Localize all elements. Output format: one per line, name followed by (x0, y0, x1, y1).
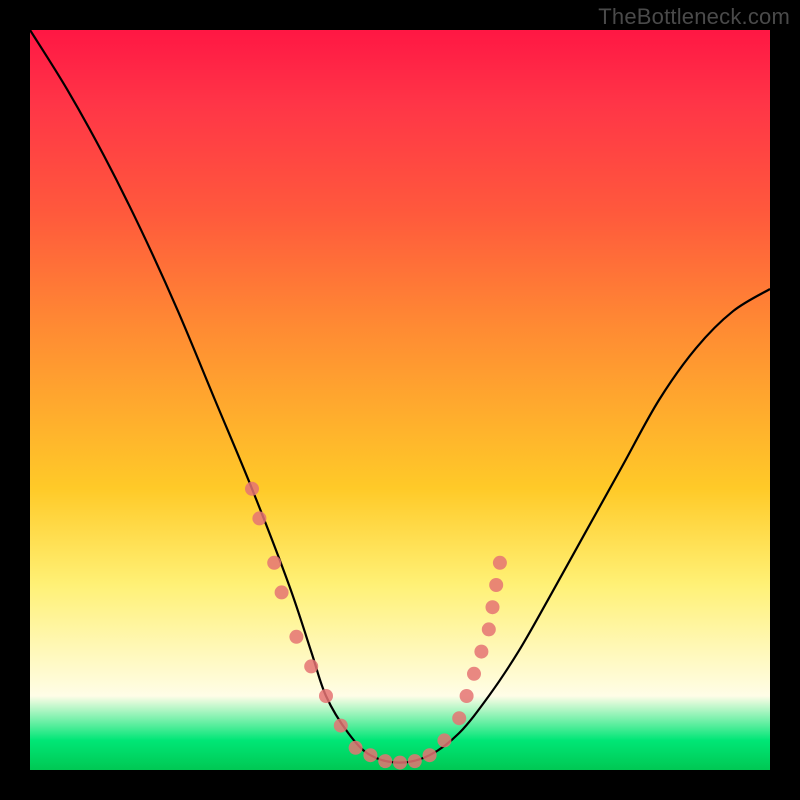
data-point (319, 689, 333, 703)
data-point (378, 754, 392, 768)
data-point (437, 733, 451, 747)
data-point (304, 659, 318, 673)
data-point (267, 556, 281, 570)
data-point (423, 748, 437, 762)
data-point (393, 756, 407, 770)
data-point (334, 719, 348, 733)
bottleneck-curve (30, 30, 770, 763)
data-point (349, 741, 363, 755)
data-point (252, 511, 266, 525)
data-point (467, 667, 481, 681)
data-point (460, 689, 474, 703)
data-point (493, 556, 507, 570)
data-point (486, 600, 500, 614)
plot-area (30, 30, 770, 770)
curve-layer (30, 30, 770, 770)
watermark-text: TheBottleneck.com (598, 4, 790, 30)
data-point (482, 622, 496, 636)
data-point (245, 482, 259, 496)
data-point (363, 748, 377, 762)
data-point (275, 585, 289, 599)
data-point (408, 754, 422, 768)
data-point (474, 645, 488, 659)
data-point (452, 711, 466, 725)
data-point (289, 630, 303, 644)
data-point (489, 578, 503, 592)
marker-layer (245, 482, 507, 770)
chart-frame: TheBottleneck.com (0, 0, 800, 800)
